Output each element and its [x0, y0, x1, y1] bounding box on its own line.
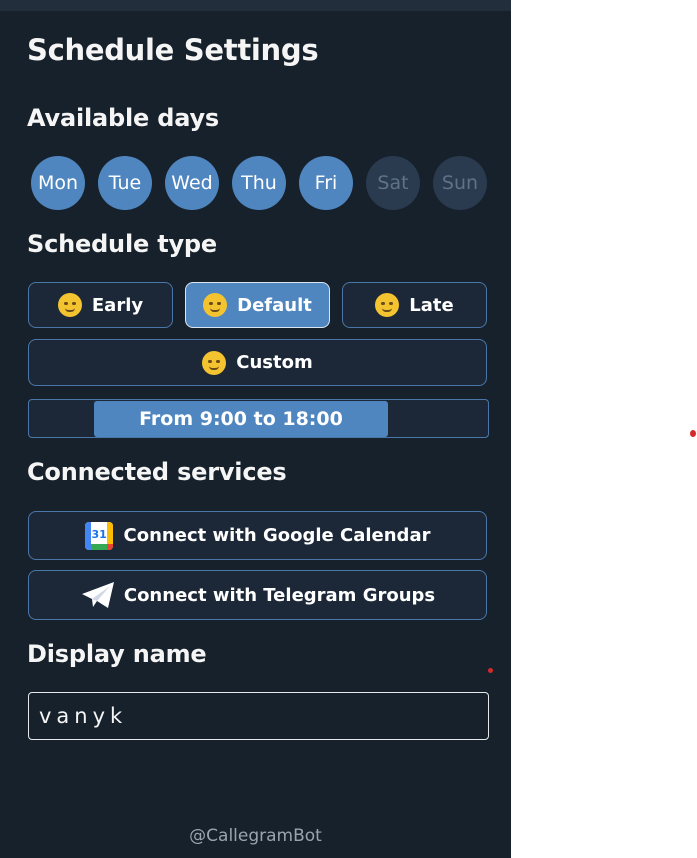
- time-range-label: From 9:00 to 18:00: [139, 408, 343, 430]
- connect-google-calendar-button[interactable]: 31 Connect with Google Calendar: [28, 511, 487, 560]
- schedule-custom-button[interactable]: Custom: [28, 339, 487, 386]
- connect-telegram-groups-button[interactable]: Connect with Telegram Groups: [28, 570, 487, 620]
- day-toggle-mon[interactable]: Mon: [31, 156, 85, 210]
- page-title: Schedule Settings: [27, 33, 319, 67]
- schedule-default-label: Default: [237, 294, 312, 316]
- red-dot-marker: [488, 668, 493, 673]
- schedule-early-button[interactable]: Early: [28, 282, 173, 328]
- schedule-custom-label: Custom: [236, 352, 313, 373]
- bot-handle-footer: @CallegramBot: [189, 826, 322, 846]
- connect-telegram-groups-label: Connect with Telegram Groups: [123, 584, 436, 606]
- yawning-face-icon: [57, 293, 82, 317]
- schedule-type-heading: Schedule type: [27, 230, 217, 258]
- sleeping-face-icon: [375, 293, 400, 317]
- day-toggle-fri[interactable]: Fri: [299, 156, 353, 210]
- time-range-handle[interactable]: From 9:00 to 18:00: [94, 401, 388, 437]
- schedule-early-label: Early: [91, 294, 144, 316]
- day-toggle-tue[interactable]: Tue: [98, 156, 152, 210]
- schedule-settings-panel: Schedule Settings Available days Mon Tue…: [0, 0, 511, 858]
- connected-services-heading: Connected services: [27, 458, 287, 486]
- display-name-heading: Display name: [27, 640, 207, 668]
- schedule-late-label: Late: [409, 294, 454, 316]
- day-selector: Mon Tue Wed Thu Fri Sat Sun: [31, 156, 487, 210]
- day-toggle-sun[interactable]: Sun: [433, 156, 487, 210]
- google-calendar-icon: 31: [84, 521, 113, 550]
- schedule-late-button[interactable]: Late: [342, 282, 487, 328]
- time-range-slider[interactable]: From 9:00 to 18:00: [28, 399, 489, 438]
- day-toggle-sat[interactable]: Sat: [366, 156, 420, 210]
- star-struck-face-icon: [202, 350, 227, 375]
- connect-google-calendar-label: Connect with Google Calendar: [123, 525, 431, 546]
- display-name-input[interactable]: [28, 692, 489, 740]
- available-days-heading: Available days: [27, 104, 220, 132]
- schedule-default-button[interactable]: Default: [185, 282, 330, 328]
- red-dot-marker-edge: [690, 430, 696, 437]
- google-calendar-icon-number: 31: [91, 527, 107, 541]
- day-toggle-wed[interactable]: Wed: [165, 156, 219, 210]
- smiling-face-icon: [203, 293, 228, 317]
- day-toggle-thu[interactable]: Thu: [232, 156, 286, 210]
- top-bar: [0, 0, 511, 11]
- telegram-plane-icon: [81, 582, 114, 608]
